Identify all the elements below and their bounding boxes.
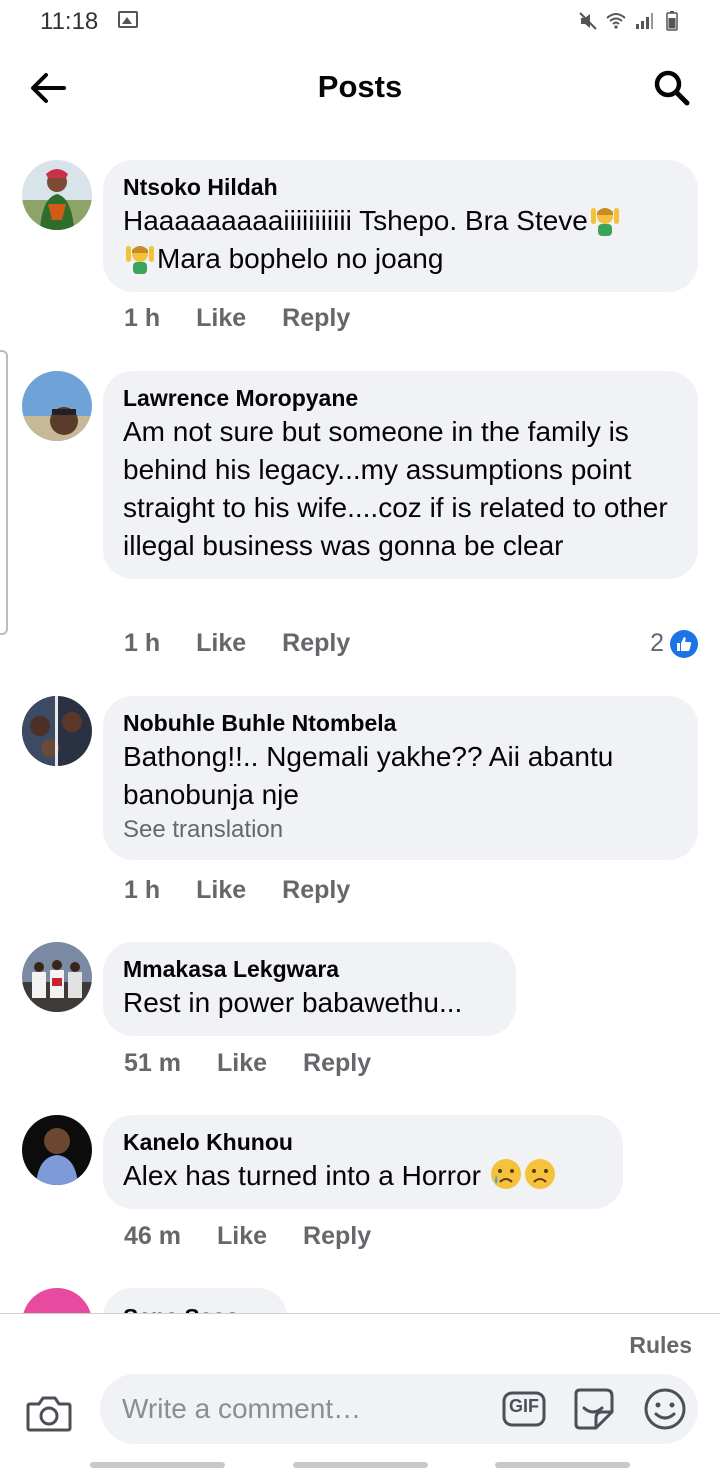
- nav-back[interactable]: [495, 1462, 630, 1468]
- comment-actions: 1 h Like Reply: [124, 629, 350, 658]
- signal-icon: [636, 13, 653, 29]
- comment-author[interactable]: Sane Saso: [123, 1302, 267, 1313]
- wifi-icon: [606, 13, 626, 29]
- reply-button[interactable]: Reply: [303, 1049, 371, 1078]
- like-button[interactable]: Like: [196, 876, 246, 905]
- like-button[interactable]: Like: [217, 1222, 267, 1251]
- comment-actions: 46 m Like Reply: [124, 1222, 371, 1251]
- reaction-count-value: 2: [650, 629, 664, 657]
- camera-icon[interactable]: [26, 1392, 72, 1434]
- comment-bubble[interactable]: Ntsoko Hildah Haaaaaaaaaiiiiiiiiiii Tshe…: [103, 160, 698, 292]
- comment-author[interactable]: Mmakasa Lekgwara: [123, 954, 496, 984]
- search-icon[interactable]: [652, 68, 692, 108]
- comment-author[interactable]: Nobuhle Buhle Ntombela: [123, 708, 678, 738]
- comment-author[interactable]: Lawrence Moropyane: [123, 383, 678, 413]
- sticker-icon[interactable]: [570, 1386, 616, 1432]
- reply-button[interactable]: Reply: [303, 1222, 371, 1251]
- nav-recents[interactable]: [90, 1462, 225, 1468]
- comment-text: Bathong!!.. Ngemali yakhe?? Aii abantu b…: [123, 741, 614, 810]
- comment-bubble[interactable]: Mmakasa Lekgwara Rest in power babawethu…: [103, 942, 516, 1036]
- comment-bubble[interactable]: Nobuhle Buhle Ntombela Bathong!!.. Ngema…: [103, 696, 698, 860]
- gif-button[interactable]: GIF: [502, 1389, 546, 1429]
- person-gesturing-emoji-icon: [590, 208, 619, 236]
- emoji-icon[interactable]: [642, 1386, 688, 1432]
- comment-timestamp[interactable]: 1 h: [124, 876, 160, 905]
- avatar[interactable]: [22, 371, 92, 441]
- comment-text-line: Mara bophelo no joang: [157, 243, 444, 274]
- comment-item: Sane Saso: [0, 1288, 720, 1313]
- frowning-face-icon: [524, 1159, 555, 1189]
- like-button[interactable]: Like: [196, 304, 246, 333]
- reply-button[interactable]: Reply: [282, 629, 350, 658]
- avatar[interactable]: [22, 160, 92, 230]
- status-time: 11:18: [40, 8, 99, 35]
- comment-timestamp[interactable]: 1 h: [124, 629, 160, 658]
- system-nav-bar: [0, 1452, 720, 1480]
- reply-button[interactable]: Reply: [282, 876, 350, 905]
- comment-text: Am not sure but someone in the family is…: [123, 416, 668, 561]
- mute-icon: [579, 12, 597, 30]
- see-translation-link[interactable]: See translation: [123, 814, 678, 846]
- thumbs-up-icon: [670, 629, 698, 658]
- comment-actions: 1 h Like Reply: [124, 876, 350, 905]
- reaction-count[interactable]: 2: [650, 629, 698, 658]
- comment-text: Alex has turned into a Horror: [123, 1157, 603, 1195]
- comment-timestamp[interactable]: 46 m: [124, 1222, 181, 1251]
- comment-text-line: Alex has turned into a Horror: [123, 1160, 481, 1191]
- like-button[interactable]: Like: [196, 629, 246, 658]
- gif-label: GIF: [509, 1396, 539, 1416]
- sad-tear-face-icon: [490, 1159, 521, 1189]
- comment-actions: 51 m Like Reply: [124, 1049, 371, 1078]
- comment-author[interactable]: Ntsoko Hildah: [123, 172, 678, 202]
- comment-timestamp[interactable]: 51 m: [124, 1049, 181, 1078]
- nav-home[interactable]: [293, 1462, 428, 1468]
- comment-bubble[interactable]: Sane Saso: [103, 1288, 287, 1313]
- status-icons: [578, 8, 682, 34]
- app-header: Posts: [0, 44, 720, 134]
- comment-actions: 1 h Like Reply: [124, 304, 350, 333]
- status-bar: 11:18: [0, 0, 720, 44]
- rules-link[interactable]: Rules: [629, 1332, 692, 1359]
- avatar[interactable]: [22, 942, 92, 1012]
- gallery-notification-icon: [118, 11, 138, 28]
- comment-bubble[interactable]: Kanelo Khunou Alex has turned into a Hor…: [103, 1115, 623, 1209]
- comment-bubble[interactable]: Lawrence Moropyane Am not sure but someo…: [103, 371, 698, 579]
- scroll-indicator[interactable]: [0, 350, 8, 635]
- reply-button[interactable]: Reply: [282, 304, 350, 333]
- avatar[interactable]: [22, 696, 92, 766]
- page-title: Posts: [317, 69, 403, 104]
- comment-author[interactable]: Kanelo Khunou: [123, 1127, 603, 1157]
- comment-timestamp[interactable]: 1 h: [124, 304, 160, 333]
- comment-text: Rest in power babawethu...: [123, 987, 463, 1018]
- comment-text: Haaaaaaaaaiiiiiiiiiii Tshepo. Bra Steve …: [123, 202, 678, 278]
- avatar[interactable]: [22, 1288, 92, 1313]
- battery-icon: [666, 11, 678, 31]
- avatar[interactable]: [22, 1115, 92, 1185]
- like-button[interactable]: Like: [217, 1049, 267, 1078]
- person-gesturing-emoji-icon: [126, 246, 154, 274]
- comment-text-line: Haaaaaaaaaiiiiiiiiiii Tshepo. Bra Steve: [123, 205, 588, 236]
